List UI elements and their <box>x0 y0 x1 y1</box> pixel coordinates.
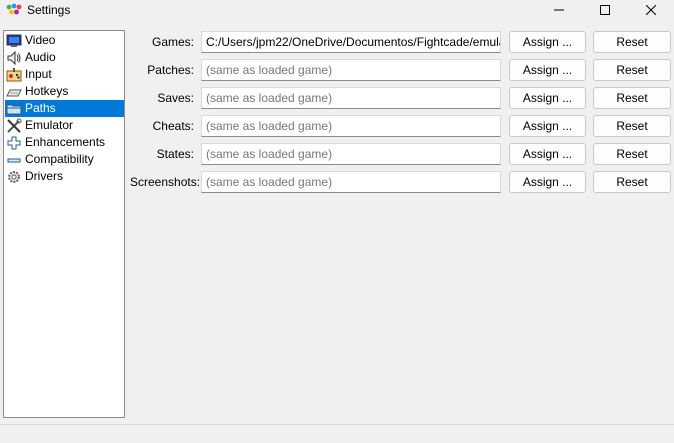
close-icon <box>646 5 656 15</box>
maximize-button[interactable] <box>582 0 628 20</box>
states-path-label: States: <box>156 147 194 161</box>
saves-path-label: Saves: <box>157 91 194 105</box>
title-bar: Settings <box>0 0 674 20</box>
sidebar-item-label: Drivers <box>25 169 63 183</box>
cheats-path-field[interactable]: (same as loaded game) <box>201 115 501 137</box>
speaker-icon <box>6 50 22 66</box>
tools-icon <box>6 118 22 134</box>
sidebar-item-emulator[interactable]: Emulator <box>5 117 124 134</box>
sidebar-item-compatibility[interactable]: Compatibility <box>5 151 124 168</box>
cheats-assign-button[interactable]: Assign ... <box>509 115 586 137</box>
minimize-icon <box>554 9 564 11</box>
maximize-icon <box>600 5 610 15</box>
cheats-path-label: Cheats: <box>152 119 194 133</box>
games-assign-button[interactable]: Assign ... <box>509 31 586 53</box>
app-logo-icon <box>6 3 22 17</box>
screenshots-assign-button[interactable]: Assign ... <box>509 171 586 193</box>
sidebar-item-label: Emulator <box>25 118 74 132</box>
sidebar-item-input[interactable]: Input <box>5 66 124 83</box>
minimize-button[interactable] <box>536 0 582 20</box>
sidebar-item-enhancements[interactable]: Enhancements <box>5 134 124 151</box>
cheats-reset-button[interactable]: Reset <box>593 115 671 137</box>
sidebar-item-label: Compatibility <box>25 152 94 166</box>
sidebar-item-hotkeys[interactable]: Hotkeys <box>5 83 124 100</box>
sidebar-item-label: Video <box>25 33 56 47</box>
screenshots-path-field[interactable]: (same as loaded game) <box>201 171 501 193</box>
sidebar-item-label: Paths <box>25 101 56 115</box>
sidebar-item-video[interactable]: Video <box>5 32 124 49</box>
states-path-field[interactable]: (same as loaded game) <box>201 143 501 165</box>
saves-assign-button[interactable]: Assign ... <box>509 87 586 109</box>
plus-icon <box>6 135 22 151</box>
saves-path-field[interactable]: (same as loaded game) <box>201 87 501 109</box>
settings-category-list[interactable]: Video Audio Input Hotkeys Paths Emulator <box>3 30 125 418</box>
minus-bar-icon <box>6 152 22 168</box>
patches-assign-button[interactable]: Assign ... <box>509 59 586 81</box>
states-assign-button[interactable]: Assign ... <box>509 143 586 165</box>
sidebar-item-label: Hotkeys <box>25 84 69 98</box>
patches-reset-button[interactable]: Reset <box>593 59 671 81</box>
games-path-field[interactable]: C:/Users/jpm22/OneDrive/Documentos/Fight… <box>201 31 501 53</box>
keyboard-icon <box>6 84 22 100</box>
gear-icon <box>6 169 22 185</box>
window-title: Settings <box>27 3 71 17</box>
saves-reset-button[interactable]: Reset <box>593 87 671 109</box>
screenshots-path-label: Screenshots: <box>130 175 201 189</box>
screenshots-reset-button[interactable]: Reset <box>593 171 671 193</box>
games-path-label: Games: <box>151 35 194 49</box>
states-reset-button[interactable]: Reset <box>593 143 671 165</box>
games-reset-button[interactable]: Reset <box>593 31 671 53</box>
status-bar <box>0 424 674 443</box>
sidebar-item-label: Audio <box>25 50 56 64</box>
sidebar-item-audio[interactable]: Audio <box>5 49 124 66</box>
close-button[interactable] <box>628 0 674 20</box>
monitor-icon <box>6 33 22 49</box>
patches-path-label: Patches: <box>147 63 194 77</box>
sidebar-item-label: Enhancements <box>25 135 106 149</box>
patches-path-field[interactable]: (same as loaded game) <box>201 59 501 81</box>
sidebar-item-label: Input <box>25 67 52 81</box>
sidebar-item-drivers[interactable]: Drivers <box>5 168 124 185</box>
gamepad-icon <box>6 67 22 83</box>
sidebar-item-paths[interactable]: Paths <box>5 100 124 117</box>
folder-icon <box>6 101 22 117</box>
